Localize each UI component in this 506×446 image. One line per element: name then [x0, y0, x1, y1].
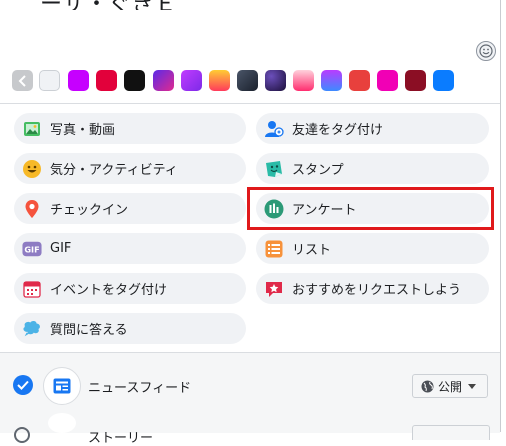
composer-text-cut: ーサ・ぐきＥ	[40, 0, 178, 10]
smiley-icon	[479, 44, 493, 58]
swatch-hot-pink[interactable]	[377, 70, 398, 91]
recommendation-icon	[264, 279, 284, 299]
action-list[interactable]: リスト	[256, 233, 489, 264]
action-check-in[interactable]: チェックイン	[14, 193, 246, 224]
privacy-selector[interactable]: 公開	[412, 374, 488, 398]
swatch-orange-gradient[interactable]	[209, 70, 230, 91]
action-tag-event[interactable]: イベントをタグ付け	[14, 273, 246, 304]
action-label: 気分・アクティビティ	[50, 163, 178, 178]
story-privacy-selector[interactable]	[412, 425, 490, 440]
action-label: GIF	[50, 241, 72, 256]
action-ask-recommendations[interactable]: おすすめをリクエストしよう	[256, 273, 489, 304]
news-feed-icon	[43, 367, 81, 405]
news-feed-checkbox[interactable]	[13, 375, 33, 395]
swatch-maroon[interactable]	[405, 70, 426, 91]
action-sticker[interactable]: スタンプ	[256, 153, 489, 184]
swatch-dark-gradient[interactable]	[237, 70, 258, 91]
action-tag-friends[interactable]: 友達をタグ付け	[256, 113, 489, 144]
action-label: 写真・動画	[50, 123, 116, 138]
action-photo-video[interactable]: 写真・動画	[14, 113, 246, 144]
story-checkbox[interactable]	[14, 427, 30, 443]
action-feeling-activity[interactable]: 気分・アクティビティ	[14, 153, 246, 184]
chevron-down-icon	[468, 383, 477, 389]
poll-highlight-box	[247, 187, 494, 230]
news-feed-label: ニュースフィード	[88, 381, 192, 396]
action-answer-question[interactable]: 質問に答える	[14, 313, 246, 344]
avatar	[48, 413, 76, 433]
action-label: イベントをタグ付け	[50, 283, 168, 298]
swatch-red[interactable]	[96, 70, 117, 91]
swatch-plain[interactable]	[39, 70, 60, 91]
tag-friends-icon	[264, 119, 284, 139]
calendar-icon	[22, 279, 42, 299]
swatch-pink-gradient[interactable]	[293, 70, 314, 91]
gif-icon: GIF	[22, 239, 42, 259]
action-label: リスト	[292, 243, 332, 258]
sticker-icon	[264, 159, 284, 179]
question-bubble-icon	[22, 319, 42, 339]
svg-text:GIF: GIF	[24, 244, 39, 254]
background-picker	[12, 70, 462, 94]
post-composer: ーサ・ぐきＥ 写真・動画	[0, 0, 501, 446]
action-label: 友達をタグ付け	[292, 123, 384, 138]
swatch-magenta[interactable]	[68, 70, 89, 91]
chevron-left-icon	[18, 74, 26, 87]
action-label: おすすめをリクエストしよう	[292, 283, 462, 298]
swatch-black[interactable]	[124, 70, 145, 91]
checkmark-icon	[17, 380, 29, 390]
emoji-button[interactable]	[476, 41, 496, 61]
swatch-coral[interactable]	[349, 70, 370, 91]
swatch-blue[interactable]	[433, 70, 454, 91]
list-icon	[264, 239, 284, 259]
divider	[0, 103, 500, 104]
feeling-icon	[22, 159, 42, 179]
swatch-purple-gradient[interactable]	[153, 70, 174, 91]
action-label: 質問に答える	[50, 323, 128, 338]
story-label: ストーリー	[88, 431, 154, 446]
swatch-violet-gradient[interactable]	[181, 70, 202, 91]
action-label: スタンプ	[292, 163, 344, 178]
action-gif[interactable]: GIF GIF	[14, 233, 246, 264]
photo-icon	[22, 119, 42, 139]
swatch-galaxy[interactable]	[265, 70, 286, 91]
action-label: チェックイン	[50, 203, 129, 218]
location-pin-icon	[22, 199, 42, 219]
share-destinations: ニュースフィード 公開 ストーリー	[0, 352, 500, 446]
collapse-backgrounds-button[interactable]	[12, 70, 33, 91]
privacy-label: 公開	[438, 379, 463, 394]
swatch-blue-gradient[interactable]	[321, 70, 342, 91]
globe-icon	[421, 380, 434, 392]
